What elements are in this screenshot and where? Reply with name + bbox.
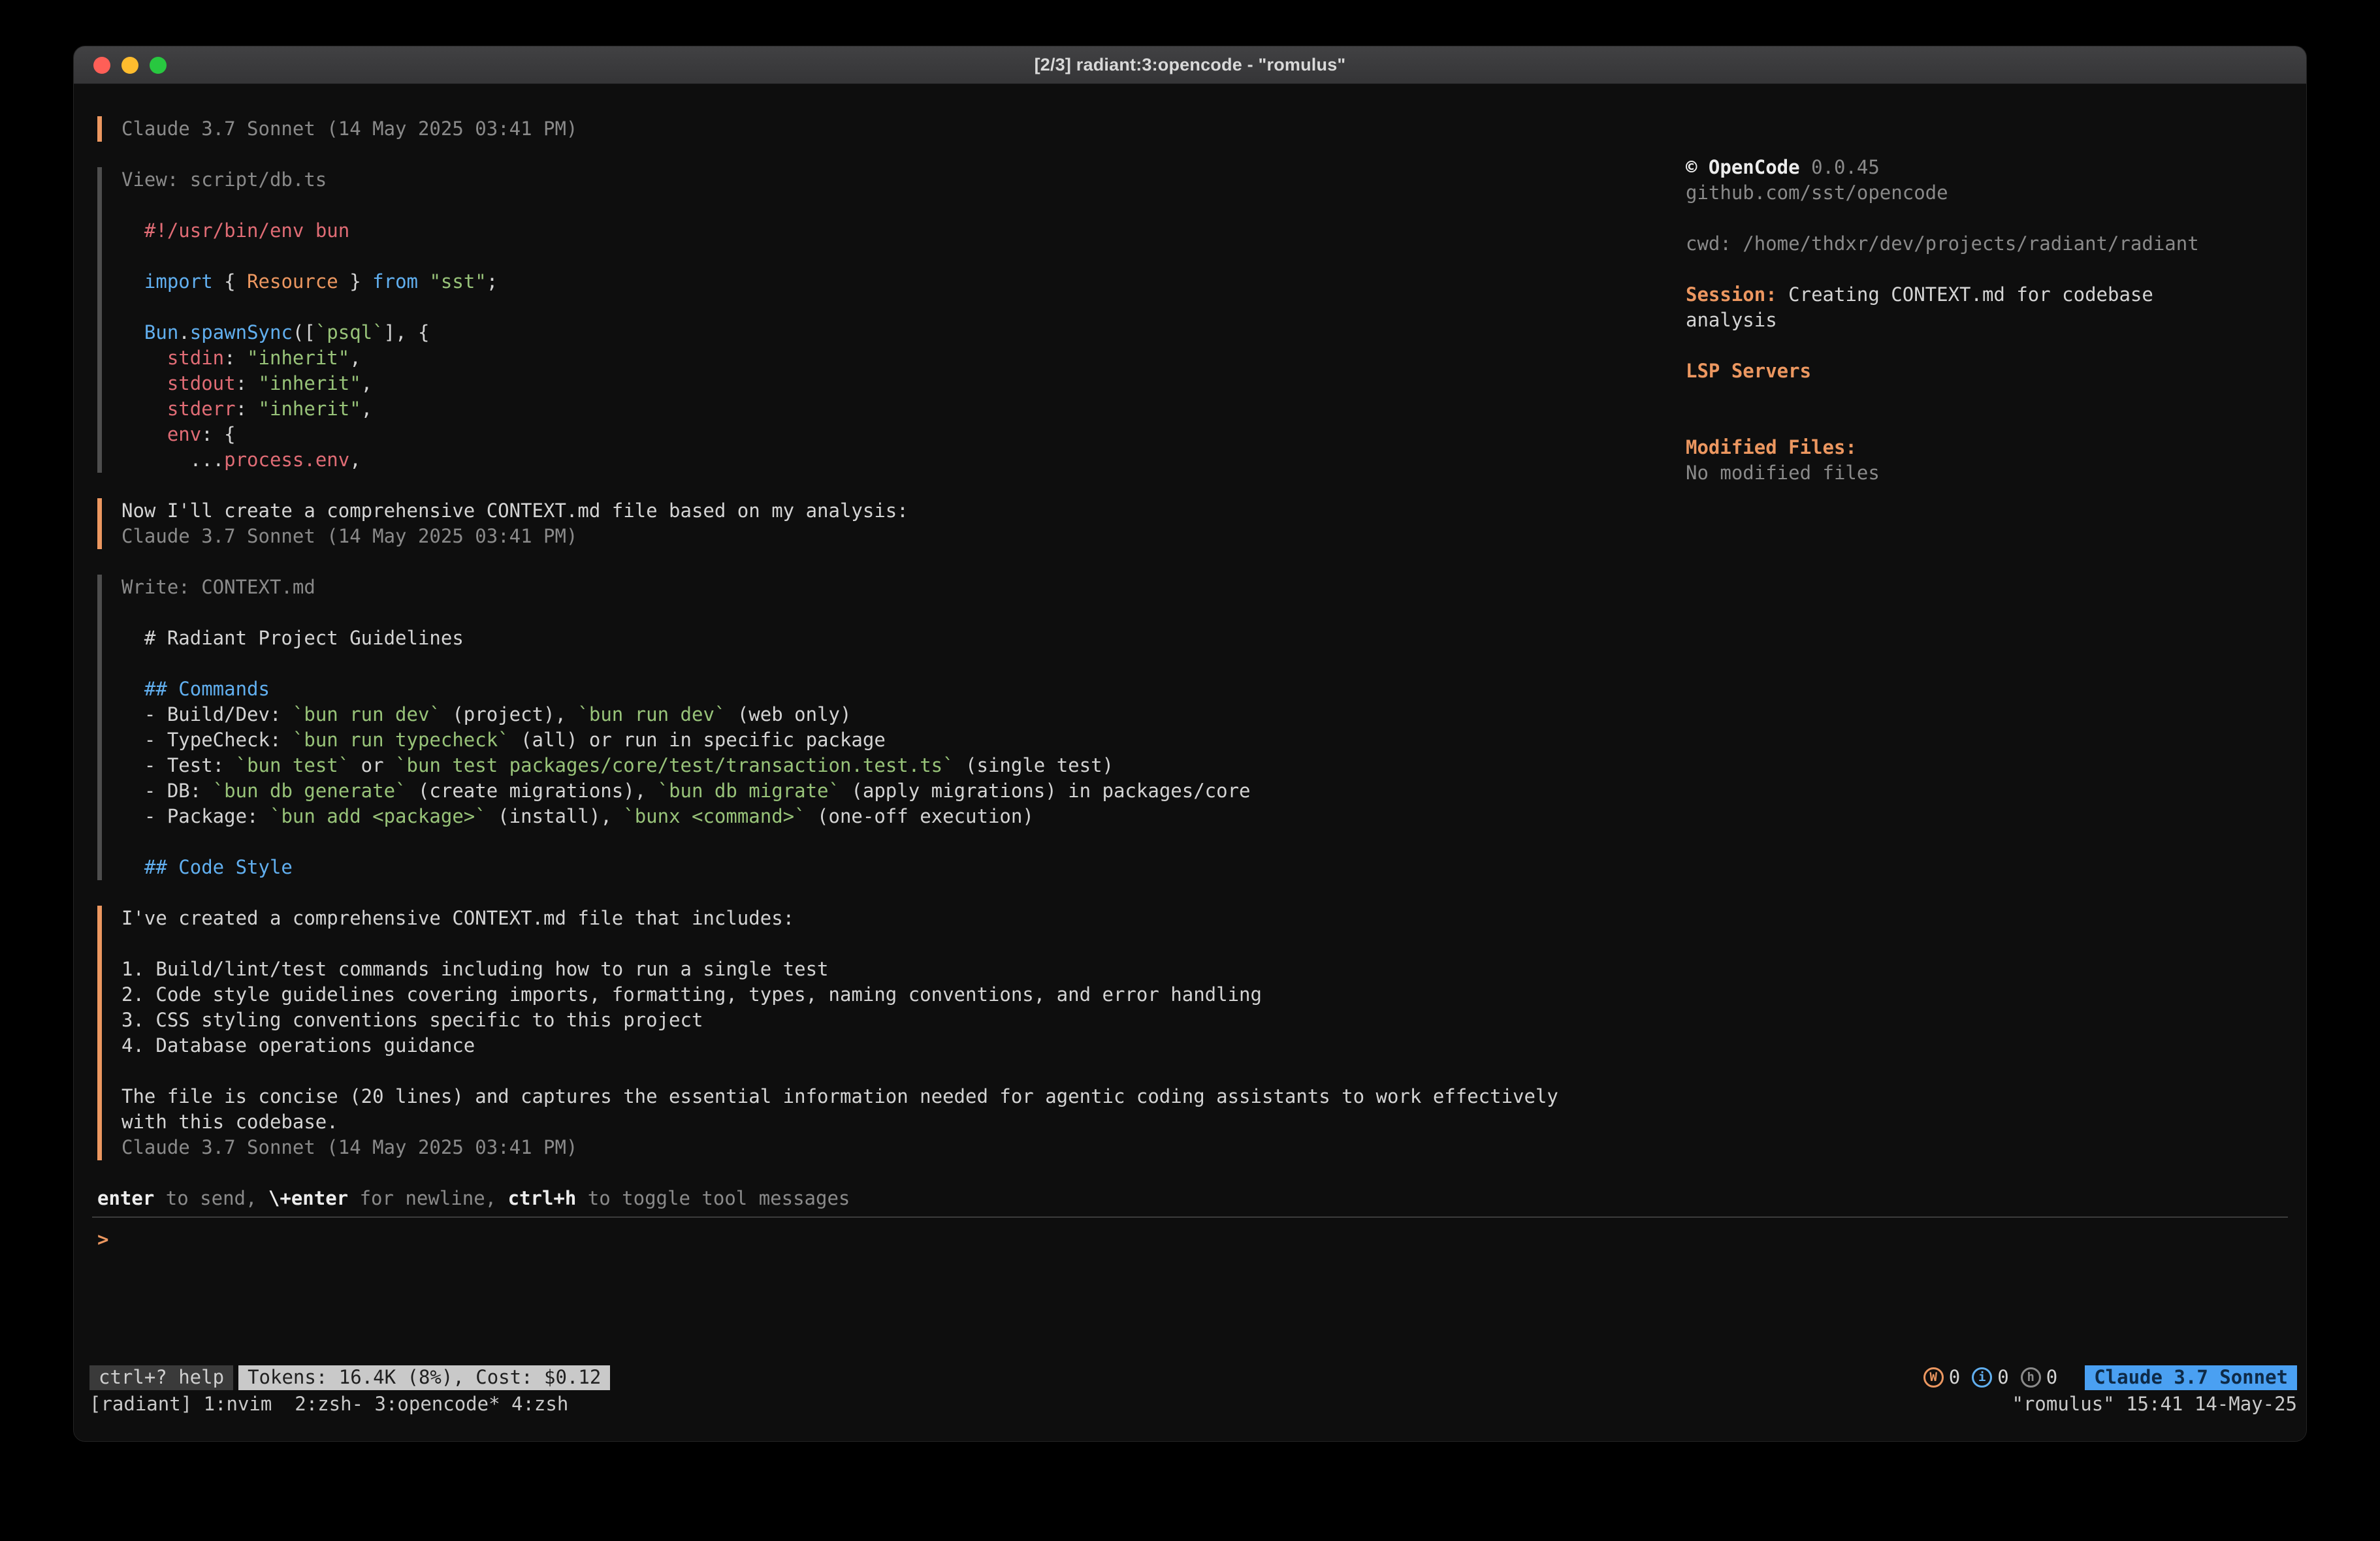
terminal-line: # Radiant Project Guidelines — [121, 626, 1665, 651]
terminal-window: [2/3] radiant:3:opencode - "romulus" Cla… — [73, 46, 2307, 1442]
traffic-lights — [93, 46, 167, 84]
terminal-content: Claude 3.7 Sonnet (14 May 2025 03:41 PM)… — [74, 85, 2306, 1441]
sidebar-line: cwd: /home/thdxr/dev/projects/radiant/ra… — [1686, 231, 2287, 257]
terminal-line — [121, 829, 1665, 855]
status-bar: ctrl+? help Tokens: 16.4K (8%), Cost: $0… — [89, 1365, 2297, 1390]
hints-icon: h — [2021, 1367, 2041, 1388]
terminal-line: #!/usr/bin/env bun — [121, 218, 1665, 244]
terminal-line: import { Resource } from "sst"; — [121, 269, 1665, 294]
input-separator — [92, 1216, 2288, 1218]
terminal-line — [121, 294, 1665, 320]
info-icon: i — [1972, 1367, 1992, 1388]
tmux-host-clock: "romulus" 15:41 14-May-25 — [2012, 1391, 2298, 1417]
terminal-line: - Package: `bun add <package>` (install)… — [121, 804, 1665, 829]
tokens-cost-badge: Tokens: 16.4K (8%), Cost: $0.12 — [238, 1365, 610, 1390]
warnings-icon: W — [1923, 1367, 1944, 1388]
sidebar: © OpenCode 0.0.45github.com/sst/opencode… — [1686, 155, 2287, 486]
terminal-line — [121, 931, 1665, 957]
message-block: I've created a comprehensive CONTEXT.md … — [97, 906, 1665, 1160]
info-count: 0 — [1997, 1365, 2008, 1390]
chat-area: Claude 3.7 Sonnet (14 May 2025 03:41 PM)… — [97, 116, 1665, 1160]
sidebar-line: © OpenCode 0.0.45 — [1686, 155, 2287, 180]
terminal-line: env: { — [121, 422, 1665, 447]
close-window-button[interactable] — [93, 57, 110, 74]
terminal-line: stdout: "inherit", — [121, 371, 1665, 396]
minimize-window-button[interactable] — [121, 57, 138, 74]
sidebar-line — [1686, 333, 2287, 358]
terminal-line: - DB: `bun db generate` (create migratio… — [121, 778, 1665, 804]
terminal-line: Write: CONTEXT.md — [121, 575, 1665, 600]
sidebar-line: analysis — [1686, 308, 2287, 333]
terminal-line — [121, 193, 1665, 218]
message-block: Now I'll create a comprehensive CONTEXT.… — [97, 498, 1665, 549]
warnings-count: 0 — [1949, 1365, 1960, 1390]
terminal-line: - TypeCheck: `bun run typecheck` (all) o… — [121, 727, 1665, 753]
terminal-line: - Build/Dev: `bun run dev` (project), `b… — [121, 702, 1665, 727]
terminal-line: stdin: "inherit", — [121, 345, 1665, 371]
terminal-line: 4. Database operations guidance — [121, 1033, 1665, 1058]
message-block: Claude 3.7 Sonnet (14 May 2025 03:41 PM) — [97, 116, 1665, 142]
sidebar-line — [1686, 409, 2287, 435]
terminal-line — [121, 651, 1665, 676]
prompt-symbol: > — [97, 1228, 108, 1250]
sidebar-line — [1686, 206, 2287, 231]
input-hint: enter to send, \+enter for newline, ctrl… — [97, 1186, 2306, 1211]
terminal-line: Claude 3.7 Sonnet (14 May 2025 03:41 PM) — [121, 524, 1665, 549]
window-title: [2/3] radiant:3:opencode - "romulus" — [1035, 55, 1346, 75]
prompt-input[interactable]: > — [97, 1227, 2306, 1252]
sidebar-line: Session: Creating CONTEXT.md for codebas… — [1686, 282, 2287, 308]
terminal-line: Claude 3.7 Sonnet (14 May 2025 03:41 PM) — [121, 1135, 1665, 1160]
help-badge: ctrl+? help — [89, 1365, 233, 1390]
terminal-line: ...process.env, — [121, 447, 1665, 473]
sidebar-line: Modified Files: — [1686, 435, 2287, 460]
sidebar-line: LSP Servers — [1686, 358, 2287, 384]
terminal-line: with this codebase. — [121, 1109, 1665, 1135]
terminal-line — [121, 600, 1665, 626]
terminal-line: stderr: "inherit", — [121, 396, 1665, 422]
tool-block: View: script/db.ts #!/usr/bin/env bun im… — [97, 167, 1665, 473]
terminal-line: 3. CSS styling conventions specific to t… — [121, 1008, 1665, 1033]
terminal-line: I've created a comprehensive CONTEXT.md … — [121, 906, 1665, 931]
terminal-line: Now I'll create a comprehensive CONTEXT.… — [121, 498, 1665, 524]
sidebar-line: No modified files — [1686, 460, 2287, 486]
tmux-status-bar: [radiant] 1:nvim 2:zsh- 3:opencode* 4:zs… — [89, 1391, 2297, 1417]
terminal-line — [121, 1058, 1665, 1084]
terminal-line: Claude 3.7 Sonnet (14 May 2025 03:41 PM) — [121, 116, 1665, 142]
terminal-line: Bun.spawnSync([`psql`], { — [121, 320, 1665, 345]
diagnostics: W0i0h0 — [1923, 1365, 2057, 1390]
window-titlebar: [2/3] radiant:3:opencode - "romulus" — [74, 46, 2306, 84]
terminal-line: View: script/db.ts — [121, 167, 1665, 193]
terminal-line: ## Commands — [121, 676, 1665, 702]
sidebar-line — [1686, 257, 2287, 282]
sidebar-line: github.com/sst/opencode — [1686, 180, 2287, 206]
zoom-window-button[interactable] — [150, 57, 167, 74]
terminal-line — [121, 244, 1665, 269]
tmux-session-windows: [radiant] 1:nvim 2:zsh- 3:opencode* 4:zs… — [89, 1391, 568, 1417]
tool-block: Write: CONTEXT.md # Radiant Project Guid… — [97, 575, 1665, 880]
hints-count: 0 — [2046, 1365, 2057, 1390]
terminal-line: 2. Code style guidelines covering import… — [121, 982, 1665, 1008]
terminal-line: The file is concise (20 lines) and captu… — [121, 1084, 1665, 1109]
sidebar-line — [1686, 384, 2287, 409]
model-badge: Claude 3.7 Sonnet — [2085, 1365, 2297, 1390]
terminal-line: - Test: `bun test` or `bun test packages… — [121, 753, 1665, 778]
terminal-line: ## Code Style — [121, 855, 1665, 880]
terminal-line: 1. Build/lint/test commands including ho… — [121, 957, 1665, 982]
